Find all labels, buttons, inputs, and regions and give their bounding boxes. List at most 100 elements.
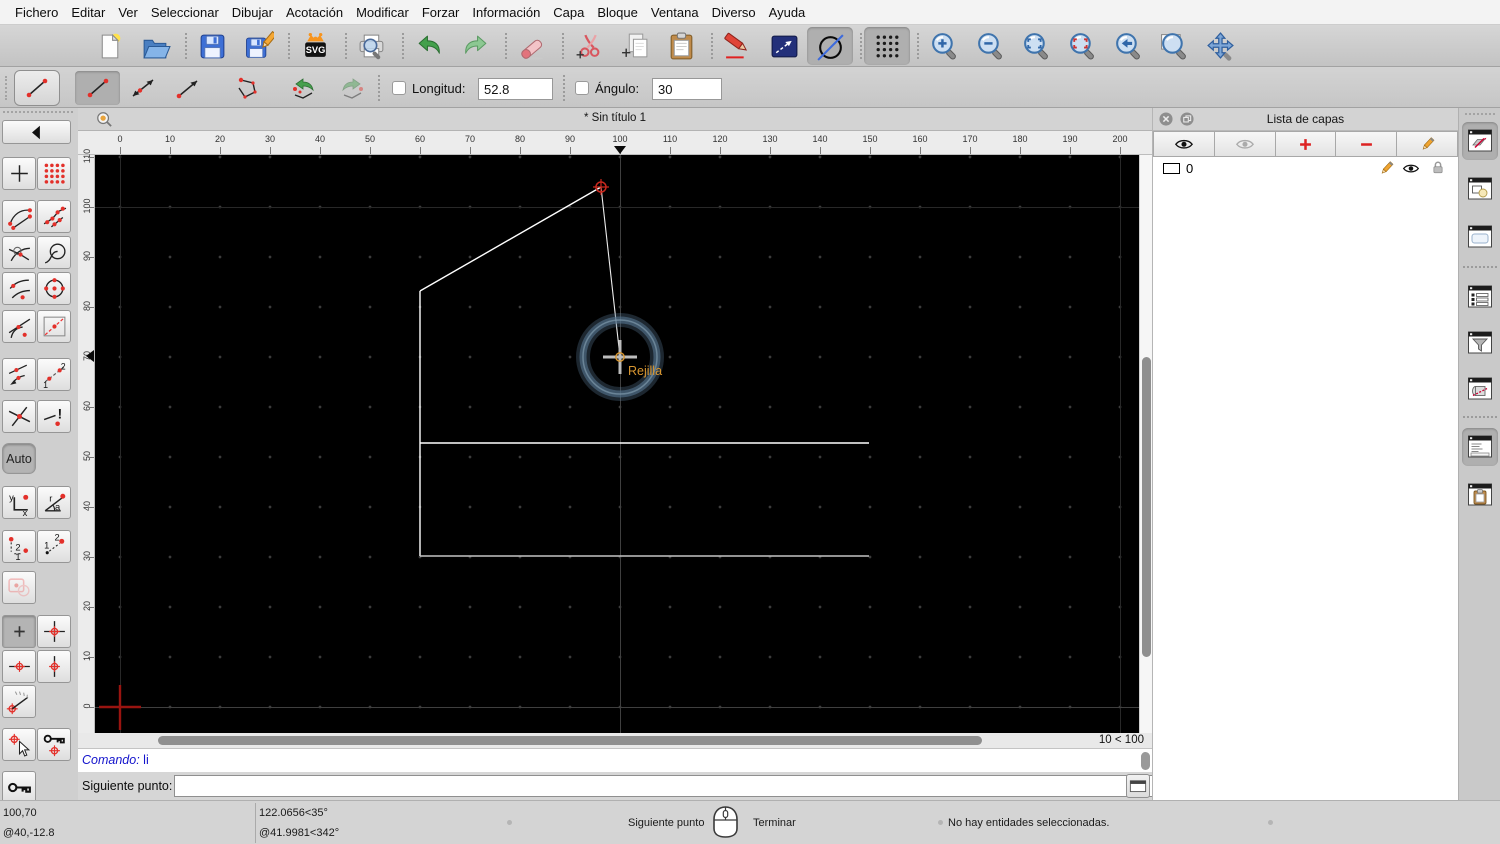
menu-dibujar[interactable]: Dibujar bbox=[232, 5, 273, 20]
palette-collapse-button[interactable] bbox=[2, 120, 71, 144]
menu-fichero[interactable]: Fichero bbox=[15, 5, 58, 20]
horizontal-scrollbar-thumb[interactable] bbox=[158, 736, 982, 745]
cut-button[interactable] bbox=[566, 27, 612, 65]
restrict-none-button[interactable] bbox=[2, 615, 36, 648]
restrict-angle-button[interactable] bbox=[2, 685, 36, 718]
restrict-horizontal-button[interactable] bbox=[2, 650, 36, 683]
dock-filter-button[interactable] bbox=[1462, 324, 1498, 362]
layer-row[interactable]: 0 bbox=[1153, 158, 1458, 180]
dock-properties-button[interactable] bbox=[1462, 278, 1498, 316]
snap-distance-12-button[interactable]: 12 bbox=[37, 358, 71, 391]
copy-button[interactable] bbox=[612, 27, 658, 65]
coord-cartesian-button[interactable]: yx bbox=[2, 486, 36, 519]
menu-bloque[interactable]: Bloque bbox=[597, 5, 637, 20]
layer-visibility-eye-icon[interactable] bbox=[1402, 162, 1420, 175]
command-window-button[interactable] bbox=[1126, 774, 1150, 798]
remove-layer-button[interactable] bbox=[1336, 131, 1398, 157]
draw-order-button[interactable] bbox=[807, 27, 853, 65]
menu-forzar[interactable]: Forzar bbox=[422, 5, 460, 20]
draw-pen-button[interactable] bbox=[715, 27, 761, 65]
zoom-auto-button[interactable] bbox=[1059, 27, 1105, 65]
save-button[interactable] bbox=[189, 27, 235, 65]
menu-editar[interactable]: Editar bbox=[71, 5, 105, 20]
coord-polar-button[interactable]: ra bbox=[37, 486, 71, 519]
length-field[interactable]: 52.8 bbox=[478, 78, 553, 100]
show-all-eye-button[interactable] bbox=[1153, 131, 1215, 157]
restrict-orthogonal-button[interactable] bbox=[37, 615, 71, 648]
polyline-redo-button[interactable] bbox=[328, 71, 373, 105]
horizontal-scrollbar[interactable]: 10 < 100 bbox=[95, 733, 1152, 748]
dock-pattern-button[interactable] bbox=[1462, 370, 1498, 408]
snap-tangent-button[interactable] bbox=[2, 310, 36, 343]
snap-nearest-button[interactable] bbox=[2, 272, 36, 305]
angle-checkbox[interactable] bbox=[575, 81, 589, 95]
rel-polar-button[interactable]: 12 bbox=[37, 530, 71, 563]
rel-cartesian-button[interactable]: 21 bbox=[2, 530, 36, 563]
zoom-previous-button[interactable] bbox=[1105, 27, 1151, 65]
svg-export-button[interactable]: SVG bbox=[292, 27, 338, 65]
dock-clipboard-button[interactable] bbox=[1462, 476, 1498, 514]
snap-grid-button[interactable] bbox=[37, 157, 71, 190]
line-bidirectional-button[interactable] bbox=[120, 71, 165, 105]
grid-button[interactable] bbox=[864, 27, 910, 65]
redo-button[interactable] bbox=[452, 27, 498, 65]
delete-button[interactable] bbox=[509, 27, 555, 65]
selection-button[interactable] bbox=[761, 27, 807, 65]
restrict-vertical-button[interactable] bbox=[37, 650, 71, 683]
command-history-scrollbar[interactable] bbox=[1141, 752, 1150, 770]
command-input[interactable] bbox=[174, 775, 1200, 797]
menu-ventana[interactable]: Ventana bbox=[651, 5, 699, 20]
vertical-scrollbar-thumb[interactable] bbox=[1142, 357, 1151, 657]
command-history[interactable]: Comando: li bbox=[78, 748, 1152, 772]
dock-blocks-button[interactable] bbox=[1462, 170, 1498, 208]
current-tool-button[interactable] bbox=[14, 70, 60, 106]
hide-all-eye-button[interactable] bbox=[1214, 131, 1276, 157]
polyline-button[interactable] bbox=[224, 71, 269, 105]
snap-onentity-button[interactable] bbox=[37, 200, 71, 233]
zoom-window-button[interactable] bbox=[1151, 27, 1197, 65]
undo-button[interactable] bbox=[406, 27, 452, 65]
snap-distance-button[interactable] bbox=[2, 358, 36, 391]
snap-auto-button[interactable]: Auto bbox=[2, 443, 36, 474]
restrict-off-button[interactable] bbox=[2, 571, 36, 604]
menu-informacin[interactable]: Información bbox=[472, 5, 540, 20]
menu-seleccionar[interactable]: Seleccionar bbox=[151, 5, 219, 20]
lock-relative-zero-button[interactable] bbox=[37, 728, 71, 761]
menu-ver[interactable]: Ver bbox=[118, 5, 138, 20]
menu-acotacin[interactable]: Acotación bbox=[286, 5, 343, 20]
zoom-fit-button[interactable] bbox=[1013, 27, 1059, 65]
menu-capa[interactable]: Capa bbox=[553, 5, 584, 20]
line-ray-button[interactable] bbox=[165, 71, 210, 105]
dock-command-history-button[interactable] bbox=[1462, 428, 1498, 466]
length-checkbox[interactable] bbox=[392, 81, 406, 95]
snap-perpendicular-button[interactable] bbox=[2, 236, 36, 269]
snap-intersection-manual-button[interactable]: ! bbox=[37, 400, 71, 433]
polyline-undo-button[interactable] bbox=[282, 71, 327, 105]
add-layer-button[interactable] bbox=[1275, 131, 1337, 157]
menu-modificar[interactable]: Modificar bbox=[356, 5, 409, 20]
menu-ayuda[interactable]: Ayuda bbox=[769, 5, 806, 20]
layer-lock-icon[interactable] bbox=[1432, 160, 1444, 176]
menu-diverso[interactable]: Diverso bbox=[712, 5, 756, 20]
snap-intersection-button[interactable] bbox=[2, 400, 36, 433]
zoom-in-button[interactable] bbox=[921, 27, 967, 65]
snap-free-button[interactable] bbox=[2, 157, 36, 190]
snap-reference-button[interactable] bbox=[37, 236, 71, 269]
save-as-button[interactable] bbox=[235, 27, 281, 65]
line-2p-button[interactable] bbox=[75, 71, 120, 105]
print-preview-button[interactable] bbox=[349, 27, 395, 65]
vertical-scrollbar[interactable] bbox=[1139, 155, 1152, 733]
snap-center-button[interactable] bbox=[37, 272, 71, 305]
edit-layer-button[interactable] bbox=[1397, 131, 1458, 157]
new-file-button[interactable] bbox=[86, 27, 132, 65]
open-file-button[interactable] bbox=[132, 27, 178, 65]
snap-middle-button[interactable] bbox=[37, 310, 71, 343]
dock-layers-button[interactable] bbox=[1462, 122, 1498, 160]
paste-button[interactable] bbox=[658, 27, 704, 65]
angle-field[interactable]: 30 bbox=[652, 78, 722, 100]
layer-edit-pencil-icon[interactable] bbox=[1379, 161, 1394, 176]
zoom-pan-button[interactable] bbox=[1197, 27, 1243, 65]
pick-coordinate-button[interactable] bbox=[2, 728, 36, 761]
drawing-canvas[interactable]: Rejilla bbox=[95, 155, 1139, 733]
dock-library-button[interactable] bbox=[1462, 218, 1498, 256]
